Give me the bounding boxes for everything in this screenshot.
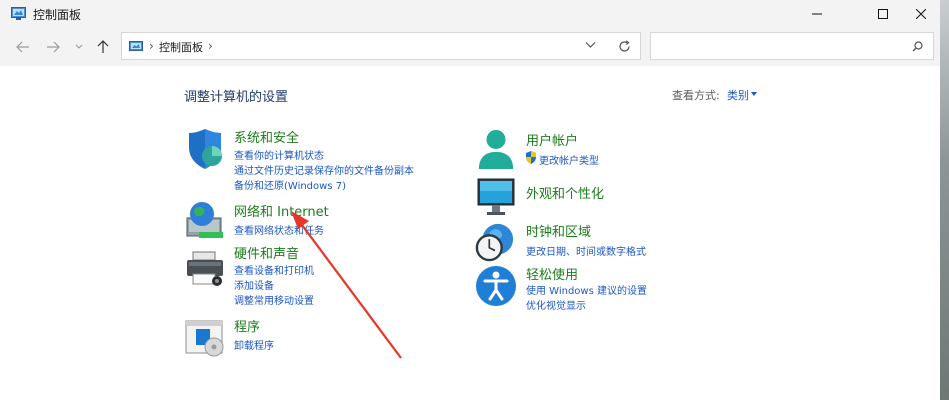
link-change-account-type[interactable]: 更改帐户类型 xyxy=(539,152,599,167)
accessibility-icon xyxy=(476,266,516,306)
control-panel-window: 控制面板 › 控制面板 › 调整计算机的设置 查看方式: 类别 系统和安全 查看… xyxy=(0,0,941,400)
monitor-icon xyxy=(477,178,515,215)
page-title: 调整计算机的设置 xyxy=(184,90,289,105)
view-by-label: 查看方式: xyxy=(672,89,720,102)
clock-globe-icon xyxy=(475,223,514,262)
category-title-user-accounts[interactable]: 用户帐户 xyxy=(526,130,578,149)
up-button[interactable] xyxy=(94,39,112,55)
network-globe-icon xyxy=(186,202,223,238)
chevron-down-icon xyxy=(75,44,83,49)
refresh-icon[interactable] xyxy=(618,40,631,53)
category-title-ease-of-access[interactable]: 轻松使用 xyxy=(526,264,578,283)
uac-shield-icon xyxy=(526,151,536,164)
link-network-status-tasks[interactable]: 查看网络状态和任务 xyxy=(234,222,324,237)
desktop-background-edge xyxy=(940,0,949,400)
minimize-icon xyxy=(812,13,822,15)
link-view-computer-status[interactable]: 查看你的计算机状态 xyxy=(234,147,324,162)
link-devices-printers[interactable]: 查看设备和打印机 xyxy=(234,262,314,277)
recent-locations-button[interactable] xyxy=(70,39,88,55)
link-optimize-visual-display[interactable]: 优化视觉显示 xyxy=(526,297,586,312)
control-panel-icon xyxy=(129,41,143,51)
navigation-bar: › 控制面板 › xyxy=(0,28,940,66)
link-add-device[interactable]: 添加设备 xyxy=(234,277,274,292)
programs-icon xyxy=(185,320,224,357)
title-bar: 控制面板 xyxy=(0,0,940,28)
user-icon xyxy=(478,129,514,169)
view-by-dropdown[interactable]: 类别 xyxy=(727,87,749,103)
printer-icon xyxy=(187,251,223,286)
arrow-up-icon xyxy=(97,40,109,53)
category-title-system-security[interactable]: 系统和安全 xyxy=(234,127,299,146)
arrow-right-icon xyxy=(47,41,60,53)
category-title-programs[interactable]: 程序 xyxy=(234,316,260,335)
chevron-down-icon[interactable] xyxy=(585,41,596,49)
link-change-date-time-format[interactable]: 更改日期、时间或数字格式 xyxy=(526,243,646,258)
category-title-hardware-sound[interactable]: 硬件和声音 xyxy=(234,243,299,262)
address-bar[interactable]: › 控制面板 › xyxy=(121,32,641,60)
category-title-clock-region[interactable]: 时钟和区域 xyxy=(526,221,591,240)
link-file-history-backup[interactable]: 通过文件历史记录保存你的文件备份副本 xyxy=(234,162,414,177)
window-title: 控制面板 xyxy=(33,8,82,22)
main-content: 调整计算机的设置 查看方式: 类别 系统和安全 查看你的计算机状态 通过文件历史… xyxy=(0,66,940,400)
shield-icon xyxy=(189,129,222,169)
forward-button[interactable] xyxy=(44,39,62,55)
link-windows-recommended-settings[interactable]: 使用 Windows 建议的设置 xyxy=(526,282,647,297)
arrow-left-icon xyxy=(16,41,29,53)
link-backup-restore[interactable]: 备份和还原(Windows 7) xyxy=(234,177,346,192)
back-button[interactable] xyxy=(14,39,32,55)
breadcrumb-separator: › xyxy=(208,39,213,53)
link-uninstall-program[interactable]: 卸载程序 xyxy=(234,337,274,352)
breadcrumb-control-panel[interactable]: 控制面板 xyxy=(159,39,203,55)
search-icon xyxy=(912,41,923,52)
control-panel-icon xyxy=(11,7,26,20)
close-button[interactable] xyxy=(898,0,944,28)
caret-down-icon[interactable] xyxy=(751,92,757,96)
close-icon xyxy=(916,9,926,19)
breadcrumb-separator: › xyxy=(149,39,154,53)
category-title-appearance[interactable]: 外观和个性化 xyxy=(526,183,604,202)
category-title-network-internet[interactable]: 网络和 Internet xyxy=(234,201,329,220)
link-mobility-settings[interactable]: 调整常用移动设置 xyxy=(234,292,314,307)
search-box[interactable] xyxy=(650,32,934,60)
minimize-button[interactable] xyxy=(794,0,840,28)
maximize-icon xyxy=(878,9,888,19)
